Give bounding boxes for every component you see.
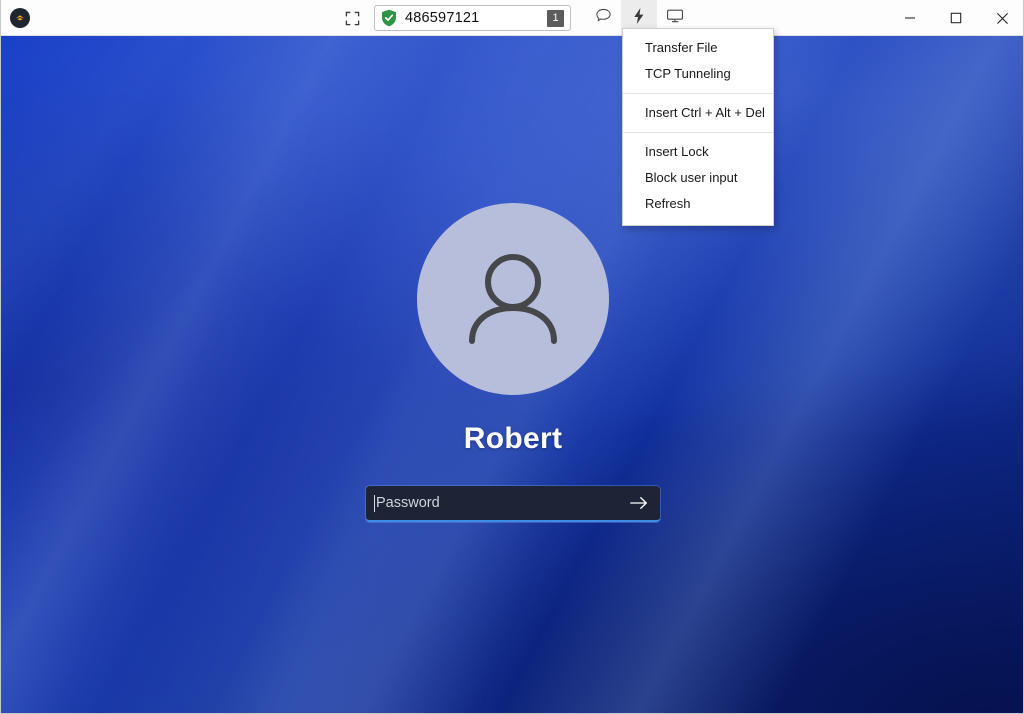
user-avatar-icon bbox=[417, 203, 609, 395]
fullscreen-icon[interactable] bbox=[336, 3, 368, 33]
session-id-value: 486597121 bbox=[405, 10, 480, 26]
password-placeholder: Password bbox=[376, 495, 440, 511]
text-caret bbox=[374, 494, 375, 512]
menu-item-tcp-tunneling[interactable]: TCP Tunneling bbox=[623, 61, 773, 87]
lightning-bolt-icon bbox=[631, 7, 647, 30]
session-count-badge[interactable]: 1 bbox=[547, 9, 564, 27]
password-field[interactable]: Password bbox=[366, 486, 660, 522]
session-id-field[interactable]: 486597121 1 bbox=[374, 5, 571, 31]
menu-item-insert-ctrl-alt-del[interactable]: Insert Ctrl + Alt + Del bbox=[623, 100, 773, 126]
actions-dropdown-menu: Transfer File TCP Tunneling Insert Ctrl … bbox=[622, 28, 774, 226]
tab-chat[interactable] bbox=[585, 0, 621, 36]
menu-separator bbox=[623, 93, 773, 94]
maximize-icon[interactable] bbox=[933, 0, 979, 36]
window-controls bbox=[887, 0, 1023, 36]
close-icon[interactable] bbox=[979, 0, 1023, 36]
lock-screen-username: Robert bbox=[463, 422, 563, 455]
remote-screen-viewport[interactable]: Robert Password bbox=[1, 36, 1023, 713]
menu-item-transfer-file[interactable]: Transfer File bbox=[623, 35, 773, 61]
remote-desktop-window: 486597121 1 Robert Password Transfer Fil… bbox=[0, 0, 1024, 714]
menu-separator bbox=[623, 132, 773, 133]
windows-lock-screen: Robert Password bbox=[1, 36, 1023, 713]
menu-item-refresh[interactable]: Refresh bbox=[623, 191, 773, 217]
arrow-right-icon[interactable] bbox=[628, 492, 650, 514]
menu-item-insert-lock[interactable]: Insert Lock bbox=[623, 139, 773, 165]
anydesk-logo-icon bbox=[10, 8, 30, 28]
titlebar: 486597121 1 bbox=[1, 0, 1023, 36]
minimize-icon[interactable] bbox=[887, 0, 933, 36]
chat-bubble-icon bbox=[595, 7, 612, 29]
green-shield-check-icon bbox=[381, 9, 397, 27]
monitor-icon bbox=[666, 8, 684, 29]
menu-item-block-user-input[interactable]: Block user input bbox=[623, 165, 773, 191]
